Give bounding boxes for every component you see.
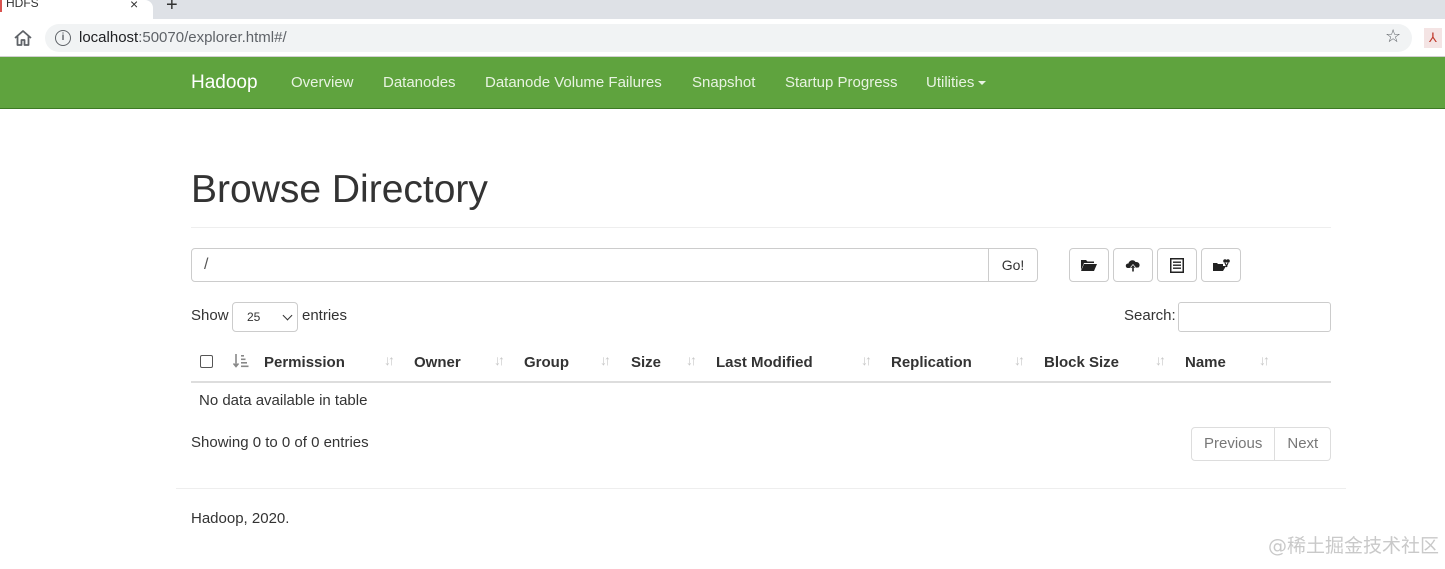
page-length-value: 25 <box>247 310 261 324</box>
nav-utilities-label: Utilities <box>926 74 975 91</box>
entries-label: entries <box>302 307 348 324</box>
sort-icon[interactable]: ↓↑ <box>384 352 395 368</box>
path-input[interactable] <box>191 248 989 282</box>
column-header-name[interactable]: Name <box>1185 354 1226 371</box>
top-navbar: Hadoop Overview Datanodes Datanode Volum… <box>0 57 1445 109</box>
column-header-size[interactable]: Size <box>631 354 661 371</box>
watermark: @稀土掘金技术社区 <box>1268 535 1440 557</box>
table-info: Showing 0 to 0 of 0 entries <box>191 434 369 451</box>
sort-icon[interactable]: ↓↑ <box>861 352 872 368</box>
column-header-replication[interactable]: Replication <box>891 354 972 371</box>
pdf-extension-icon[interactable]: ⅄ <box>1424 28 1442 48</box>
upload-button[interactable] <box>1113 248 1153 282</box>
next-button[interactable]: Next <box>1275 427 1332 461</box>
footer-text: Hadoop, 2020. <box>191 510 290 527</box>
page-length-select[interactable]: 25 <box>232 302 298 332</box>
sort-icon[interactable]: ↓↑ <box>686 352 697 368</box>
site-info-icon[interactable]: i <box>55 30 71 46</box>
sort-icon[interactable]: ↓↑ <box>494 352 505 368</box>
home-icon[interactable] <box>12 27 34 49</box>
list-view-button[interactable] <box>1157 248 1197 282</box>
previous-button[interactable]: Previous <box>1191 427 1276 461</box>
nav-datanodes[interactable]: Datanodes <box>383 74 456 91</box>
column-header-permission[interactable]: Permission <box>264 354 345 371</box>
sort-icon[interactable]: ↓↑ <box>1155 352 1166 368</box>
nav-utilities-dropdown[interactable]: Utilities <box>926 74 987 91</box>
url-path: :50070/explorer.html#/ <box>138 29 287 46</box>
table-header: Permission ↓↑ Owner ↓↑ Group ↓↑ Size ↓↑ … <box>191 344 1331 383</box>
search-label: Search: <box>1124 307 1176 324</box>
nav-overview[interactable]: Overview <box>291 74 354 91</box>
address-bar[interactable]: i localhost:50070/explorer.html#/ ☆ <box>45 24 1412 52</box>
column-header-block-size[interactable]: Block Size <box>1044 354 1119 371</box>
url-text[interactable]: localhost:50070/explorer.html#/ <box>79 29 287 46</box>
new-tab-icon[interactable]: + <box>166 0 178 17</box>
go-button[interactable]: Go! <box>988 248 1038 282</box>
chevron-down-icon <box>282 310 293 321</box>
nav-datanode-volume-failures[interactable]: Datanode Volume Failures <box>485 74 662 91</box>
upload-cloud-icon <box>1125 260 1140 272</box>
nav-startup-progress[interactable]: Startup Progress <box>785 74 898 91</box>
column-header-group[interactable]: Group <box>524 354 569 371</box>
bookmark-star-icon[interactable]: ☆ <box>1385 26 1401 47</box>
footer-divider <box>176 488 1346 489</box>
column-header-last-modified[interactable]: Last Modified <box>716 354 813 371</box>
page-title: Browse Directory <box>191 168 488 211</box>
empty-table-message: No data available in table <box>199 392 368 409</box>
sort-icon[interactable]: ↓↑ <box>1259 352 1270 368</box>
url-host: localhost <box>79 29 139 46</box>
browser-tab-strip: HDFS × + <box>0 0 1445 19</box>
tab-close-icon[interactable]: × <box>130 0 138 12</box>
list-icon <box>1170 257 1184 273</box>
tab-favicon-icon <box>0 0 2 12</box>
search-input[interactable] <box>1178 302 1331 332</box>
sort-ascending-icon[interactable] <box>233 353 249 369</box>
column-header-owner[interactable]: Owner <box>414 354 461 371</box>
browser-toolbar: i localhost:50070/explorer.html#/ ☆ ⅄ <box>0 19 1445 57</box>
brand-logo[interactable]: Hadoop <box>191 72 258 94</box>
sort-icon[interactable]: ↓↑ <box>1014 352 1025 368</box>
select-all-checkbox[interactable] <box>200 355 213 368</box>
cut-paste-button[interactable] <box>1201 248 1241 282</box>
sort-icon[interactable]: ↓↑ <box>600 352 611 368</box>
pagination: Previous Next <box>1191 427 1332 461</box>
caret-down-icon <box>978 81 987 86</box>
show-label: Show <box>191 307 229 324</box>
tab-title: HDFS <box>6 0 39 10</box>
open-folder-icon <box>1081 260 1097 271</box>
nav-snapshot[interactable]: Snapshot <box>692 74 755 91</box>
cut-paste-icon <box>1213 259 1230 271</box>
browser-tab[interactable]: HDFS × <box>0 0 153 19</box>
header-divider <box>191 227 1331 228</box>
create-directory-button[interactable] <box>1069 248 1109 282</box>
